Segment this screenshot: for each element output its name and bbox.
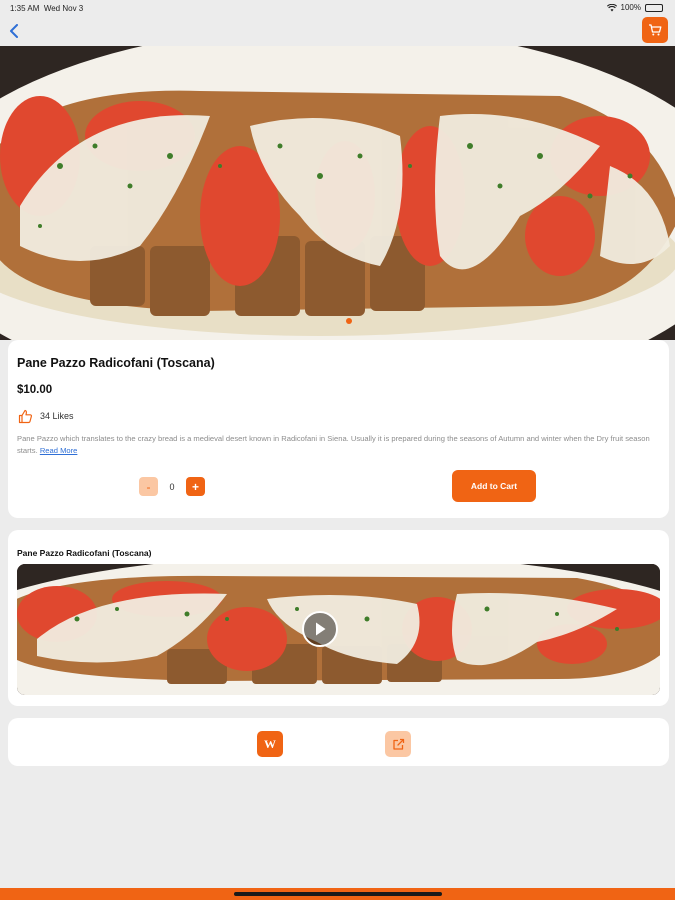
video-thumbnail-image: [17, 564, 660, 695]
quantity-value: 0: [169, 481, 175, 492]
status-time-text: 1:35 AM: [10, 4, 40, 13]
add-to-cart-button[interactable]: Add to Cart: [452, 470, 536, 502]
status-date-text: Wed Nov 3: [43, 4, 84, 13]
external-links-card: W: [8, 718, 669, 766]
product-description: Pane Pazzo which translates to the crazy…: [17, 433, 662, 457]
status-bar: 1:35 AM Wed Nov 3 100%: [0, 0, 675, 16]
page-indicator-dot: [346, 318, 352, 324]
description-text: Pane Pazzo which translates to the crazy…: [17, 434, 650, 455]
back-button[interactable]: [4, 20, 24, 42]
likes-row: 34 Likes: [17, 408, 74, 424]
quantity-stepper: - 0 +: [139, 477, 205, 496]
increase-quantity-button[interactable]: +: [186, 477, 205, 496]
status-right: 100%: [606, 3, 663, 12]
product-info-card: Pane Pazzo Radicofani (Toscana) $10.00 3…: [8, 340, 669, 518]
cart-button[interactable]: [642, 17, 668, 43]
like-button[interactable]: [17, 408, 33, 424]
battery-icon: [645, 3, 663, 12]
product-title: Pane Pazzo Radicofani (Toscana): [17, 356, 215, 370]
wikipedia-button[interactable]: W: [257, 731, 283, 757]
battery-percent: 100%: [620, 3, 641, 12]
cart-icon: [649, 24, 662, 36]
screen: 1:35 AM Wed Nov 3 100% Pane Pazzo Radico…: [0, 0, 675, 900]
likes-count: 34 Likes: [40, 411, 74, 421]
nav-bar: [0, 16, 675, 46]
product-price: $10.00: [17, 384, 53, 396]
home-indicator[interactable]: [234, 892, 442, 896]
wikipedia-icon: W: [264, 736, 276, 751]
video-title: Pane Pazzo Radicofani (Toscana): [17, 548, 152, 558]
play-button[interactable]: [302, 611, 338, 647]
thumbs-up-icon: [18, 409, 32, 423]
wifi-icon: [606, 3, 617, 11]
product-photo: [0, 46, 675, 340]
status-time: 1:35 AM Wed Nov 3: [10, 4, 83, 13]
video-card: Pane Pazzo Radicofani (Toscana): [8, 530, 669, 706]
external-link-icon: [392, 738, 404, 750]
play-icon: [316, 622, 326, 636]
chevron-left-icon: [10, 24, 18, 38]
product-image[interactable]: [0, 46, 675, 340]
open-link-button[interactable]: [385, 731, 411, 757]
video-thumbnail[interactable]: [17, 564, 660, 695]
decrease-quantity-button[interactable]: -: [139, 477, 158, 496]
read-more-link[interactable]: Read More: [40, 446, 78, 455]
